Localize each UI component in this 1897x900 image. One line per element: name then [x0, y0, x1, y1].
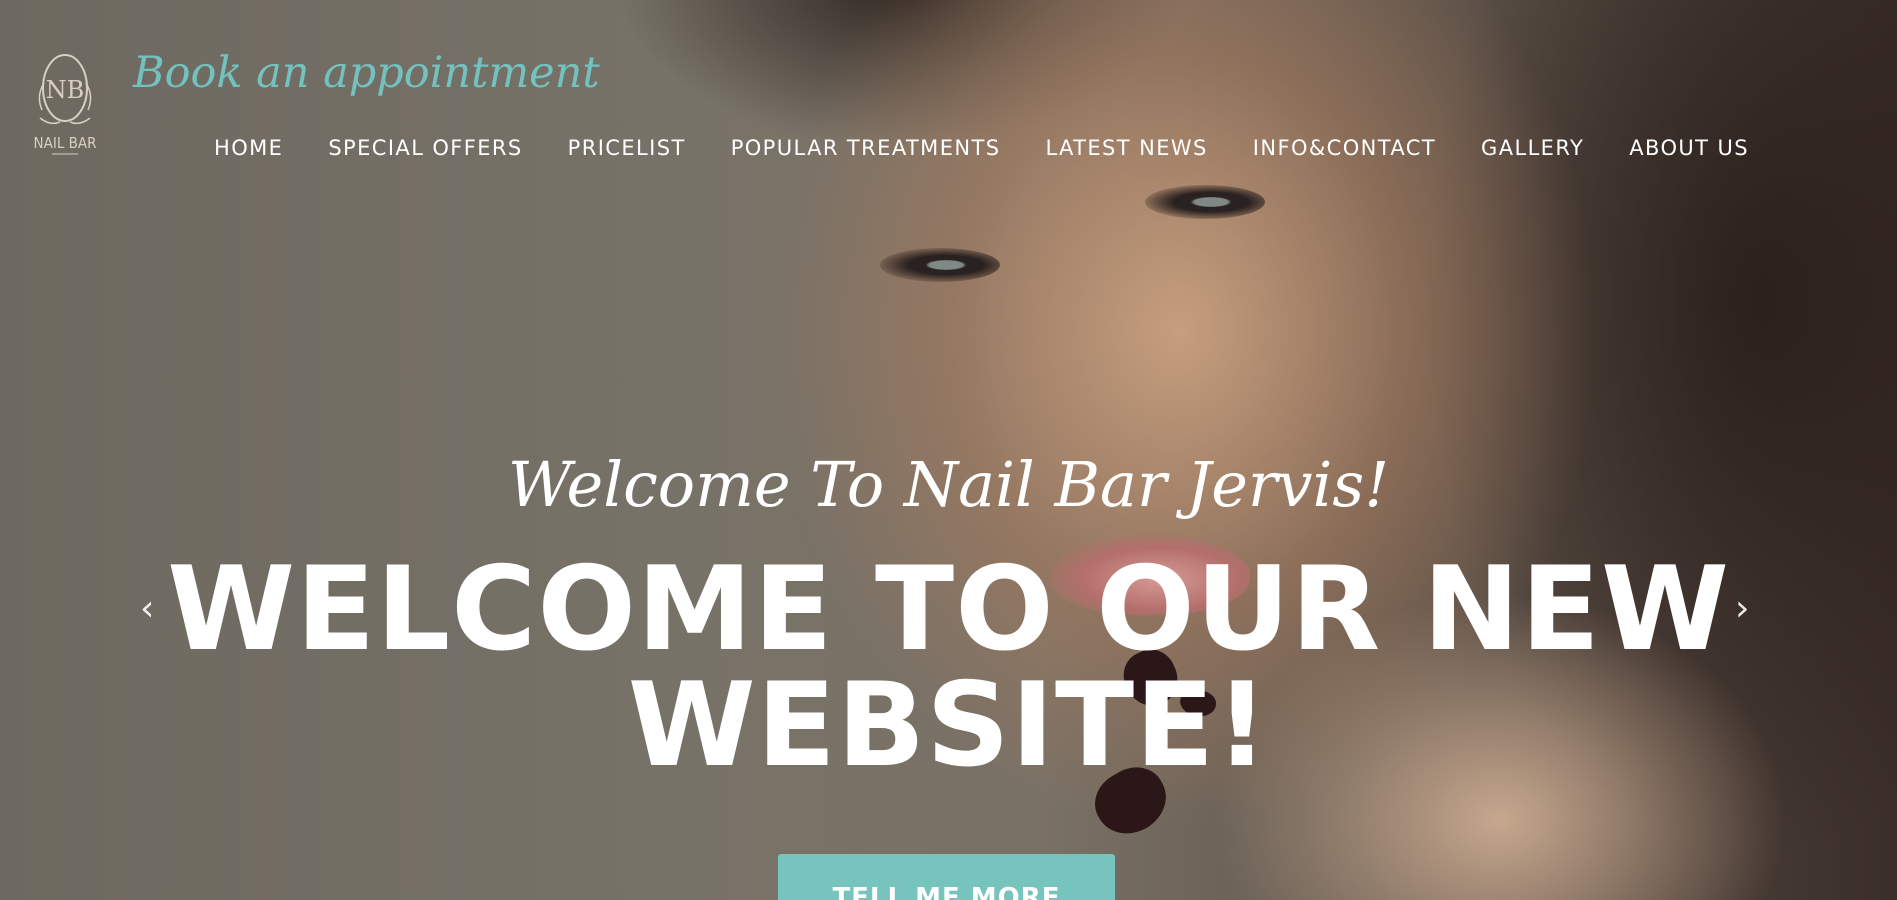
- nav-item-popular-treatments[interactable]: POPULAR TREATMENTS: [731, 136, 1001, 160]
- nav-item-info-contact[interactable]: INFO&CONTACT: [1253, 136, 1436, 160]
- nav-item-gallery[interactable]: GALLERY: [1481, 136, 1584, 160]
- nav-item-latest-news[interactable]: LATEST NEWS: [1045, 136, 1207, 160]
- nav-item-about-us[interactable]: ABOUT US: [1629, 136, 1749, 160]
- nav-item-pricelist[interactable]: PRICELIST: [568, 136, 686, 160]
- eye-right: [1145, 185, 1265, 219]
- hero-section: NB NAIL BAR Book an appointment HOME SPE…: [0, 0, 1897, 900]
- carousel-prev-icon[interactable]: ‹: [140, 588, 154, 629]
- logo-monogram: NB: [46, 76, 85, 104]
- nav-item-home[interactable]: HOME: [214, 136, 283, 160]
- tell-me-more-button[interactable]: TELL ME MORE: [778, 854, 1115, 900]
- book-appointment-link[interactable]: Book an appointment: [133, 48, 600, 98]
- carousel-next-icon[interactable]: ›: [1735, 588, 1749, 629]
- nail-bar-logo-icon: NB NAIL BAR: [34, 54, 97, 155]
- hero-subtitle: Welcome To Nail Bar Jervis!: [507, 448, 1390, 521]
- main-nav: HOME SPECIAL OFFERS PRICELIST POPULAR TR…: [214, 136, 1749, 160]
- nav-item-special-offers[interactable]: SPECIAL OFFERS: [328, 136, 522, 160]
- logo-name: NAIL BAR: [34, 134, 97, 152]
- hero-headline-line1: WELCOME TO OUR NEW: [167, 542, 1730, 677]
- hero-headline-line2: WEBSITE!: [627, 658, 1270, 793]
- eye-left: [880, 248, 1000, 282]
- hero-headline: WELCOME TO OUR NEW WEBSITE!: [160, 552, 1737, 784]
- nail-bar-logo[interactable]: NB NAIL BAR: [30, 48, 100, 163]
